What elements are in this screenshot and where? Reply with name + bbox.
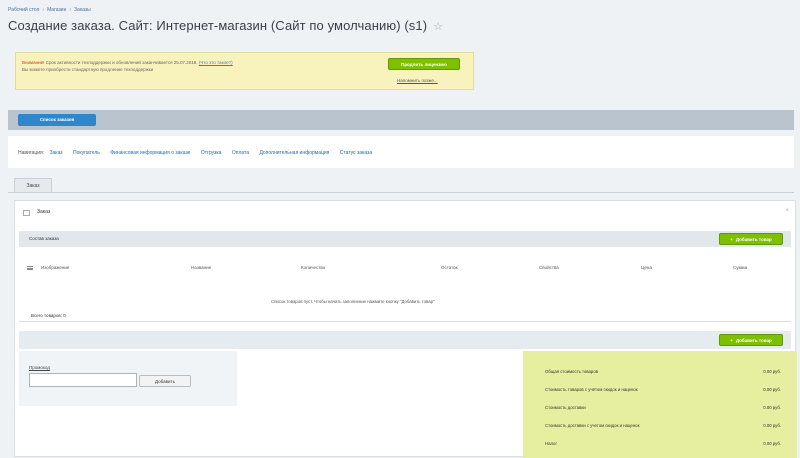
promo-code-block: Промокод Добавить	[19, 351, 237, 406]
nav-link-order[interactable]: Заказ	[49, 150, 62, 156]
page-title: Создание заказа. Сайт: Интернет-магазин …	[8, 18, 443, 33]
totals-value: 0.00 руб.	[763, 405, 781, 410]
notice-line2: Вы можете приобрести стандартную продлен…	[22, 67, 154, 72]
total-count: Всего товаров: 0	[31, 313, 66, 318]
nav-link-financial[interactable]: Финансовая информация о заказе	[110, 150, 190, 156]
nav-link-buyer[interactable]: Покупатель	[73, 150, 100, 156]
totals-value: 0.00 руб.	[763, 441, 781, 446]
column-price: Цена	[641, 265, 652, 270]
breadcrumb-separator: ›	[42, 7, 45, 13]
totals-row: Стоимость доставки с учетом скидок и нац…	[545, 423, 781, 433]
empty-list-message: Список товаров пуст. Чтобы начать заполн…	[271, 299, 435, 304]
column-name: Название	[191, 265, 212, 270]
add-product-button[interactable]: + Добавить товар	[719, 233, 783, 245]
renew-license-button[interactable]: Продлить лицензию	[388, 58, 460, 70]
tab-order[interactable]: Заказ	[14, 178, 52, 192]
plus-icon: +	[730, 237, 733, 242]
notice-warning: Внимание!	[22, 60, 45, 65]
breadcrumb-item[interactable]: Рабочий стол	[8, 7, 39, 13]
totals-row: Стоимость товаров с учётом скидок и наце…	[545, 387, 781, 397]
toolbar: Список заказов	[8, 110, 794, 130]
breadcrumb: Рабочий стол › Магазин › Заказы	[8, 7, 91, 13]
nav-link-additional[interactable]: Дополнительная информация	[259, 150, 329, 156]
add-product-label: Добавить товар	[735, 338, 772, 343]
totals-block: Общая стоимость товаров 0.00 руб. Стоимо…	[523, 351, 797, 458]
totals-label: Стоимость доставки	[545, 405, 586, 410]
totals-row: Налог 0.00 руб.	[545, 441, 781, 451]
notice-line1: Внимание! Срок активности техподдержки и…	[22, 60, 233, 65]
totals-value: 0.00 руб.	[763, 423, 781, 428]
orders-list-button[interactable]: Список заказов	[18, 114, 96, 126]
navigation-label: Навигация:	[18, 150, 45, 156]
promo-apply-button[interactable]: Добавить	[139, 375, 191, 387]
column-quantity: Количество	[301, 265, 326, 270]
column-sum: Сумма	[733, 265, 748, 270]
column-stock: Остаток	[441, 265, 458, 270]
section-divider	[19, 321, 791, 322]
breadcrumb-item[interactable]: Заказы	[74, 7, 91, 13]
notice-text: Срок активности техподдержки и обновлени…	[45, 60, 198, 65]
totals-row: Стоимость доставки 0.00 руб.	[545, 405, 781, 415]
nav-link-status[interactable]: Статус заказа	[340, 150, 372, 156]
column-image: Изображение	[41, 265, 70, 270]
plus-icon: +	[730, 338, 733, 343]
breadcrumb-item[interactable]: Магазин	[47, 7, 66, 13]
add-product-button-bottom[interactable]: + Добавить товар	[719, 334, 783, 346]
remind-later-link[interactable]: Напомнить позже...	[397, 78, 438, 83]
column-properties: Свойства	[539, 265, 559, 270]
totals-label: Общая стоимость товаров	[545, 369, 598, 374]
totals-label: Налог	[545, 441, 558, 446]
order-contents-header: Состав заказа + Добавить товар	[19, 231, 791, 247]
promo-code-input[interactable]	[29, 373, 137, 387]
page-title-text: Создание заказа. Сайт: Интернет-магазин …	[8, 18, 428, 33]
license-notice: Внимание! Срок активности техподдержки и…	[15, 52, 474, 90]
breadcrumb-separator: ›	[69, 7, 72, 13]
totals-value: 0.00 руб.	[763, 387, 781, 392]
totals-row: Общая стоимость товаров 0.00 руб.	[545, 369, 781, 379]
collapse-icon[interactable]	[23, 210, 30, 216]
column-settings-icon[interactable]	[27, 266, 33, 270]
totals-label: Стоимость доставки с учетом скидок и нац…	[545, 423, 640, 428]
add-product-label: Добавить товар	[735, 237, 772, 242]
nav-link-shipment[interactable]: Отгрузка	[201, 150, 222, 156]
star-icon[interactable]: ☆	[433, 21, 443, 33]
totals-label: Стоимость товаров с учётом скидок и наце…	[545, 387, 638, 392]
navigation-bar: Навигация: Заказ Покупатель Финансовая и…	[8, 136, 794, 168]
order-panel: Заказ × Состав заказа + Добавить товар Из…	[14, 200, 797, 458]
nav-link-payment[interactable]: Оплата	[232, 150, 249, 156]
totals-value: 0.00 руб.	[763, 369, 781, 374]
panel-header: Заказ ×	[15, 201, 795, 225]
tab-divider	[8, 192, 794, 193]
secondary-toolbar: + Добавить товар	[19, 331, 791, 349]
panel-title: Заказ	[37, 209, 51, 215]
notice-link[interactable]: (Что это такое?)	[199, 60, 233, 65]
close-icon[interactable]: ×	[785, 208, 789, 214]
order-contents-title: Состав заказа	[29, 236, 59, 241]
promo-code-label: Промокод	[29, 365, 50, 370]
table-header: Изображение Название Количество Остаток …	[19, 251, 791, 285]
